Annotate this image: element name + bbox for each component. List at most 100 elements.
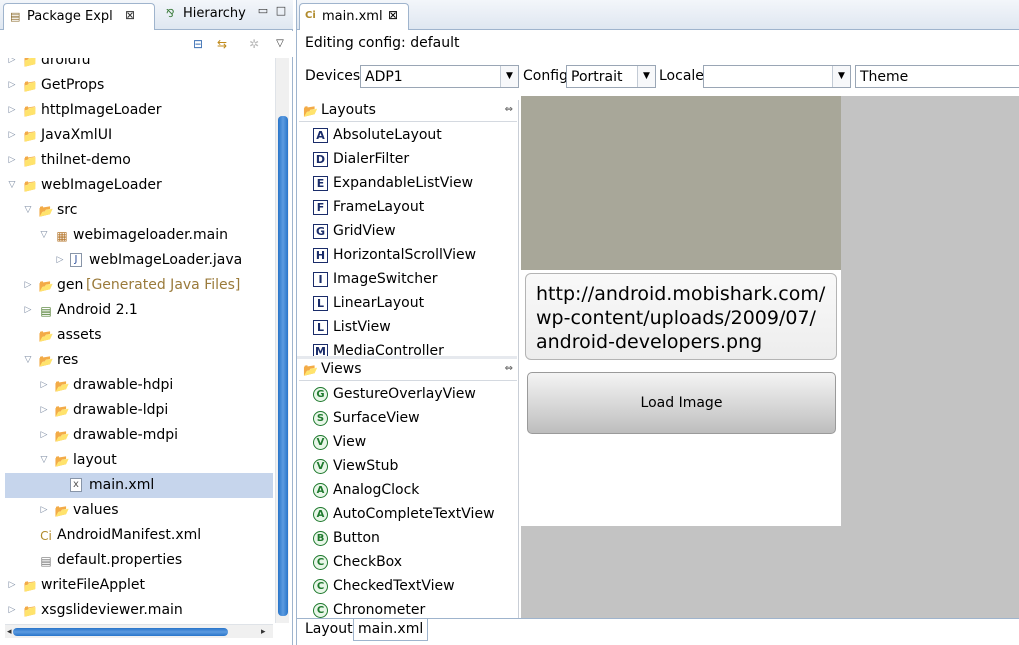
collapse-arrow-icon[interactable]: ▷ <box>6 123 18 148</box>
palette-item[interactable]: G GridView <box>313 220 513 244</box>
tab-main-xml[interactable]: Ci main.xml ⊠ <box>299 3 409 30</box>
tree-item[interactable]: ▷ 📂 gen [Generated Java Files] <box>5 273 273 298</box>
palette-group-header[interactable]: 📂 Views ⇔ <box>299 359 517 381</box>
tree-item[interactable]: ▷ 📁 JavaXmlUI <box>5 123 273 148</box>
tree-item[interactable]: ▽ 📂 res <box>5 348 273 373</box>
tree-item[interactable]: Ci AndroidManifest.xml <box>5 523 273 548</box>
project-tree[interactable]: ▷ 📁 droidfu ▷ 📁 GetProps ▷ 📁 httpImageLoader ▷ 📁 Ja… <box>5 58 273 623</box>
chevron-down-icon[interactable]: ▼ <box>500 66 518 87</box>
load-image-button[interactable]: Load Image <box>527 372 836 434</box>
tree-item[interactable]: ▷ 📁 GetProps <box>5 73 273 98</box>
tree-item[interactable]: ▽ 📁 webImageLoader <box>5 173 273 198</box>
url-edit-text[interactable]: http://android.mobishark.com/ wp-content… <box>525 273 837 360</box>
palette-item[interactable]: D DialerFilter <box>313 148 513 172</box>
tree-item[interactable]: ▽ 📂 layout <box>5 448 273 473</box>
palette-item[interactable]: C CheckBox <box>313 551 513 575</box>
collapse-group-icon[interactable]: ⇔ <box>505 104 513 115</box>
collapse-arrow-icon[interactable]: ▷ <box>6 148 18 173</box>
tree-item[interactable]: ▷ ▤ Android 2.1 <box>5 298 273 323</box>
close-icon[interactable]: ⊠ <box>125 8 135 22</box>
palette-item[interactable]: V ViewStub <box>313 455 513 479</box>
tree-item[interactable]: ▽ ▦ webimageloader.main <box>5 223 273 248</box>
filters-icon[interactable]: ✲ <box>246 36 262 52</box>
tree-item[interactable]: ▷ 📁 httpImageLoader <box>5 98 273 123</box>
collapse-arrow-icon[interactable]: ▷ <box>6 598 18 623</box>
tree-item[interactable]: ▷ 📂 values <box>5 498 273 523</box>
tree-item[interactable]: ▷ 📂 drawable-mdpi <box>5 423 273 448</box>
tab-main-xml-source[interactable]: main.xml <box>353 619 429 641</box>
palette-item[interactable]: E ExpandableListView <box>313 172 513 196</box>
tree-item[interactable]: 📂 assets <box>5 323 273 348</box>
tree-item-label: drawable-hdpi <box>73 377 174 393</box>
palette-item[interactable]: A AutoCompleteTextView <box>313 503 513 527</box>
palette-item[interactable]: A AbsoluteLayout <box>313 124 513 148</box>
collapse-arrow-icon[interactable]: ▷ <box>38 498 50 523</box>
collapse-arrow-icon[interactable]: ▷ <box>6 73 18 98</box>
collapse-arrow-icon[interactable]: ▷ <box>38 373 50 398</box>
collapse-arrow-icon[interactable]: ▷ <box>38 398 50 423</box>
tree-item[interactable]: ▽ 📂 src <box>5 198 273 223</box>
chevron-down-icon[interactable]: ▼ <box>637 66 655 87</box>
layout-canvas[interactable]: http://android.mobishark.com/ wp-content… <box>521 96 1019 618</box>
expand-arrow-icon[interactable]: ▽ <box>22 198 34 223</box>
minimize-icon[interactable]: ▭ <box>256 5 270 19</box>
tree-item[interactable]: ▷ 📂 drawable-ldpi <box>5 398 273 423</box>
locale-select[interactable]: ▼ <box>703 65 851 88</box>
tree-item[interactable]: ▷ JwebImageLoader.java <box>5 248 273 273</box>
collapse-arrow-icon[interactable]: ▷ <box>6 573 18 598</box>
expand-arrow-icon[interactable]: ▽ <box>6 173 18 198</box>
maximize-icon[interactable]: □ <box>274 5 288 19</box>
palette-item[interactable]: S SurfaceView <box>313 407 513 431</box>
tree-item[interactable]: ▷ 📁 xsgslideviewer.main <box>5 598 273 623</box>
view-menu-icon[interactable]: ▽ <box>272 36 288 52</box>
expand-arrow-icon[interactable]: ▽ <box>38 223 50 248</box>
palette-item[interactable]: G GestureOverlayView <box>313 383 513 407</box>
palette-item[interactable]: V View <box>313 431 513 455</box>
palette-item[interactable]: C CheckedTextView <box>313 575 513 599</box>
palette-item[interactable]: I ImageSwitcher <box>313 268 513 292</box>
tree-item[interactable]: x main.xml <box>5 473 273 498</box>
palette-item[interactable]: H HorizontalScrollView <box>313 244 513 268</box>
tree-vertical-scrollbar[interactable] <box>275 58 289 623</box>
palette-item[interactable]: F FrameLayout <box>313 196 513 220</box>
tree-horizontal-scrollbar[interactable]: ◂ ▸ <box>5 624 273 638</box>
device-screen[interactable]: http://android.mobishark.com/ wp-content… <box>521 96 841 526</box>
palette-item[interactable]: C Chronometer <box>313 599 513 618</box>
collapse-arrow-icon[interactable]: ▷ <box>54 248 66 273</box>
horizontal-scroll-thumb[interactable] <box>13 628 228 636</box>
tree-item[interactable]: ▷ 📂 drawable-hdpi <box>5 373 273 398</box>
collapse-arrow-icon[interactable]: ▷ <box>6 98 18 123</box>
tab-hierarchy[interactable]: ⅋ Hierarchy <box>160 4 252 28</box>
expand-arrow-icon[interactable]: ▽ <box>22 348 34 373</box>
palette-item[interactable]: B Button <box>313 527 513 551</box>
close-icon[interactable]: ⊠ <box>388 8 398 22</box>
palette-item[interactable]: L LinearLayout <box>313 292 513 316</box>
devices-select[interactable]: ADP1 ▼ <box>360 65 519 88</box>
collapse-arrow-icon[interactable]: ▷ <box>6 58 18 73</box>
tab-layout[interactable]: Layout <box>301 619 357 641</box>
collapse-arrow-icon[interactable]: ▷ <box>22 298 34 323</box>
vertical-scroll-thumb[interactable] <box>278 116 288 616</box>
collapse-arrow-icon[interactable]: ▷ <box>22 273 34 298</box>
palette-group-header[interactable]: 📂 Layouts ⇔ <box>299 100 517 122</box>
palette-item[interactable]: A AnalogClock <box>313 479 513 503</box>
tree-item[interactable]: ▤ default.properties <box>5 548 273 573</box>
scroll-right-icon[interactable]: ▸ <box>261 625 266 639</box>
config-select[interactable]: Portrait ▼ <box>566 65 656 88</box>
link-with-editor-icon[interactable]: ⇆ <box>214 36 230 52</box>
collapse-all-icon[interactable]: ⊟ <box>190 36 206 52</box>
tab-package-explorer[interactable]: ▤ Package Expl ⊠ <box>3 3 155 30</box>
tree-item[interactable]: ▷ 📁 writeFileApplet <box>5 573 273 598</box>
theme-select[interactable]: Theme <box>855 65 1019 88</box>
tree-item[interactable]: ▷ 📁 thilnet-demo <box>5 148 273 173</box>
chevron-down-icon[interactable]: ▼ <box>832 66 850 87</box>
tree-item[interactable]: ▷ 📁 droidfu <box>5 58 273 73</box>
palette-item[interactable]: L ListView <box>313 316 513 340</box>
widget-palette[interactable]: 📂 Layouts ⇔ A AbsoluteLayout D DialerFilter E Ex… <box>297 100 519 618</box>
collapse-group-icon[interactable]: ⇔ <box>505 363 513 374</box>
java-file-icon: J <box>70 253 82 267</box>
expand-arrow-icon[interactable]: ▽ <box>38 448 50 473</box>
scroll-left-icon[interactable]: ◂ <box>7 625 12 639</box>
collapse-arrow-icon[interactable]: ▷ <box>38 423 50 448</box>
image-view-placeholder[interactable] <box>521 96 841 270</box>
